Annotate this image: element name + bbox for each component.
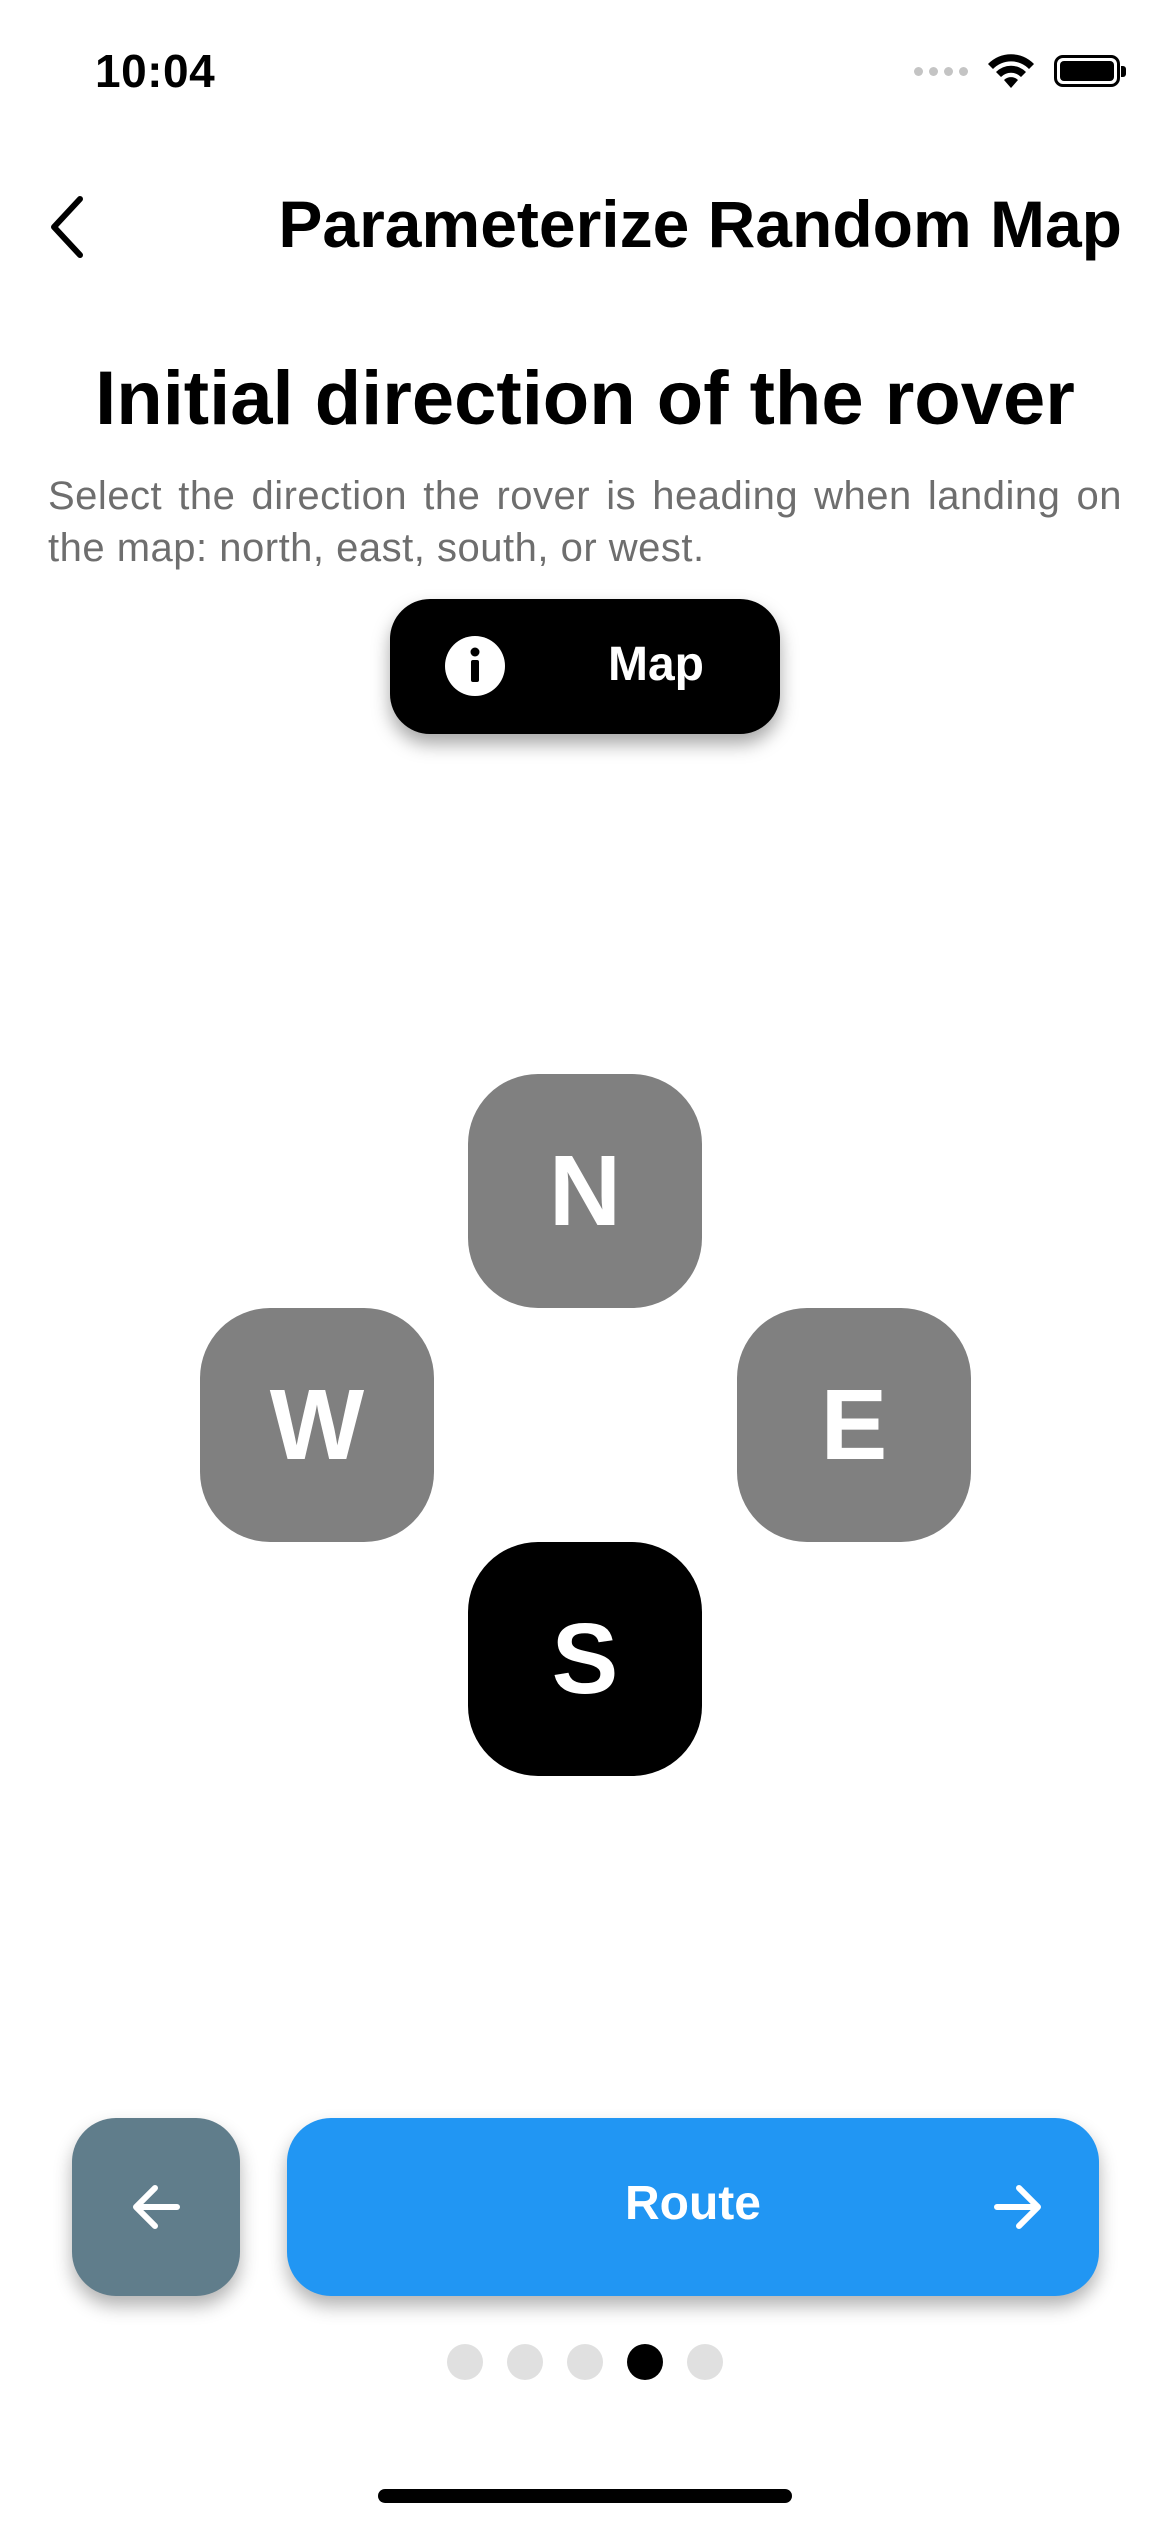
map-button[interactable]: Map: [390, 599, 780, 734]
wifi-icon: [988, 54, 1034, 88]
signal-icon: [914, 66, 968, 76]
next-route-button[interactable]: Route: [287, 2118, 1099, 2296]
map-button-label: Map: [608, 638, 704, 691]
page-dot: [567, 2344, 603, 2380]
page-dot: [687, 2344, 723, 2380]
previous-button[interactable]: [72, 2118, 240, 2296]
arrow-left-icon: [133, 2185, 180, 2229]
page-dot: [447, 2344, 483, 2380]
status-icons: [914, 52, 1126, 90]
next-button-label: Route: [625, 2177, 761, 2230]
direction-north-button[interactable]: N: [468, 1074, 702, 1308]
section-heading: Initial direction of the rover: [95, 356, 1075, 441]
screen: 10:04 Parameterize Random Map Initial di…: [0, 0, 1170, 2532]
section-description: Select the direction the rover is headin…: [48, 474, 1122, 570]
page-dot: [627, 2344, 663, 2380]
direction-west-button[interactable]: W: [200, 1308, 434, 1542]
page-indicator: [0, 2344, 1170, 2380]
page-title: Parameterize Random Map: [278, 187, 1122, 261]
direction-south-button[interactable]: S: [468, 1542, 702, 1776]
chevron-left-icon: [51, 196, 83, 258]
back-button[interactable]: [36, 182, 96, 272]
battery-icon: [1054, 55, 1126, 87]
page-dot: [507, 2344, 543, 2380]
status-time: 10:04: [95, 45, 216, 97]
arrow-right-icon: [994, 2185, 1041, 2229]
direction-east-button[interactable]: E: [737, 1308, 971, 1542]
home-indicator: [378, 2489, 792, 2503]
info-icon: [445, 636, 505, 696]
